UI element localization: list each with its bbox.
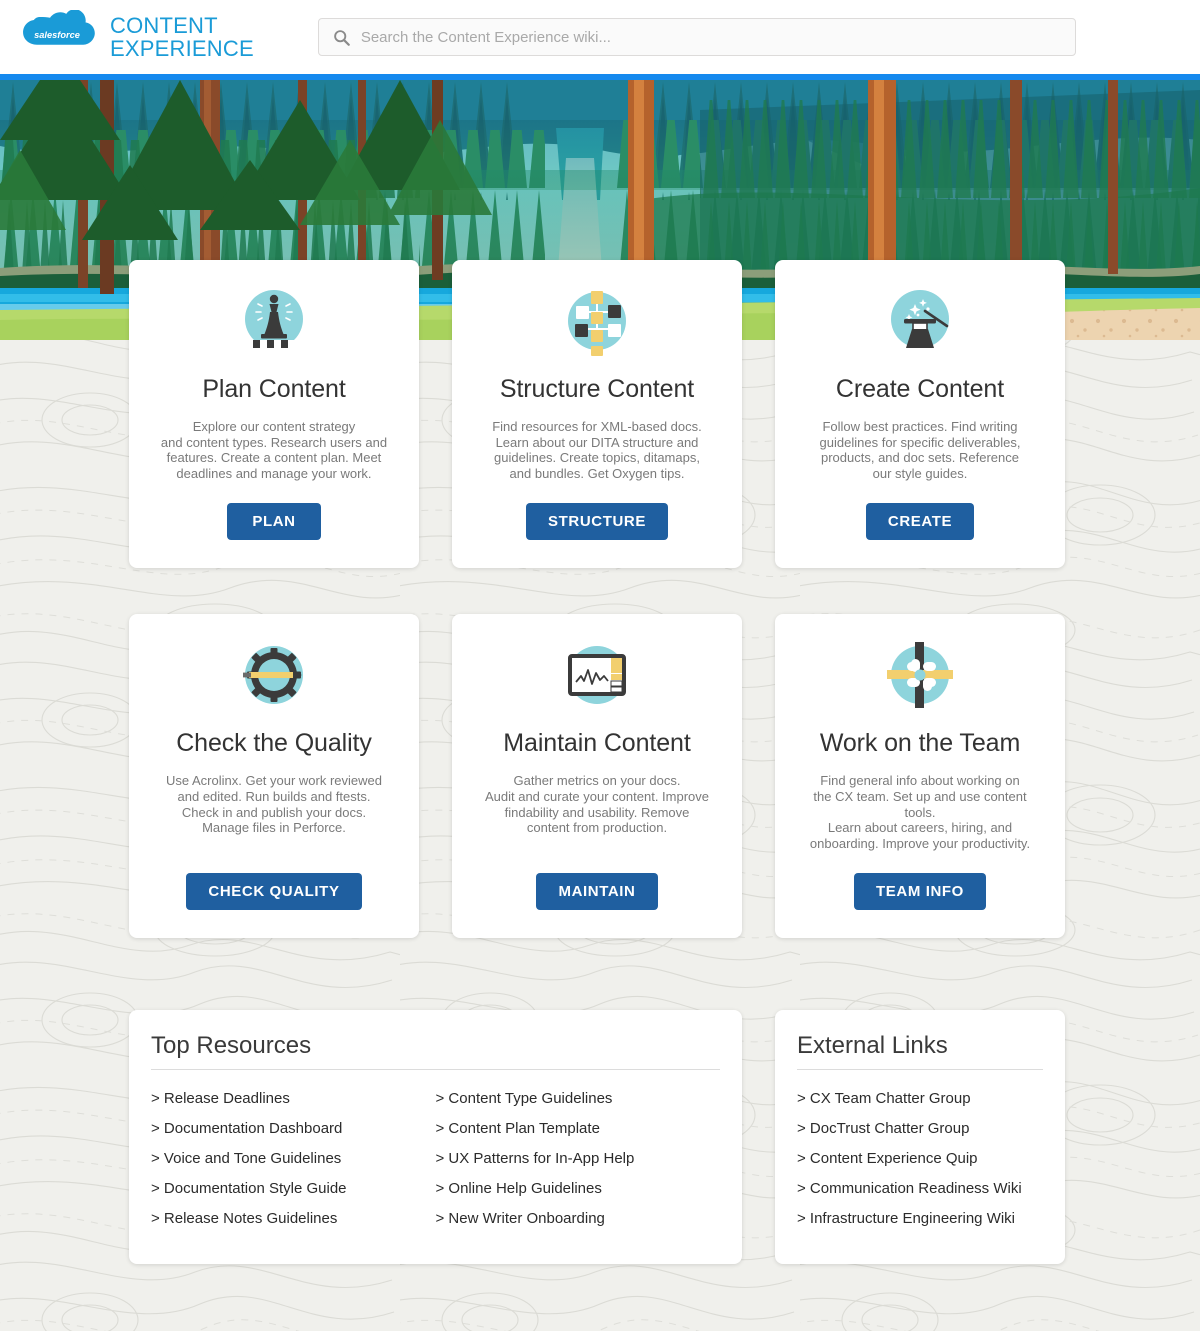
card-description: Gather metrics on your docs. Audit and c… <box>484 773 709 836</box>
resource-link[interactable]: > Content Type Guidelines <box>436 1084 721 1114</box>
search-box[interactable] <box>317 18 1076 56</box>
resource-link[interactable]: > Documentation Style Guide <box>151 1174 436 1204</box>
resource-link[interactable]: > Voice and Tone Guidelines <box>151 1144 436 1174</box>
external-link[interactable]: > Content Experience Quip <box>797 1144 1043 1174</box>
magic-hat-wand-icon <box>891 290 949 348</box>
external-links-panel: External Links > CX Team Chatter Group >… <box>775 1010 1065 1265</box>
teamwork-pinwheel-icon <box>887 642 953 709</box>
top-resources-column-left: > Release Deadlines > Documentation Dash… <box>151 1084 436 1234</box>
check-quality-button[interactable]: CHECK QUALITY <box>186 873 362 911</box>
card-create-content[interactable]: Create Content Follow best practices. Fi… <box>775 260 1065 569</box>
site-title: CONTENT EXPERIENCE <box>110 12 254 61</box>
search-input[interactable] <box>360 28 1061 46</box>
card-check-quality[interactable]: Check the Quality Use Acrolinx. Get your… <box>129 614 419 939</box>
resource-panels: Top Resources > Release Deadlines > Docu… <box>129 1010 1071 1265</box>
card-title: Create Content <box>835 375 1005 403</box>
site-header: salesforce CONTENT EXPERIENCE <box>0 0 1200 74</box>
structure-button[interactable]: STRUCTURE <box>526 503 668 541</box>
card-title: Plan Content <box>202 375 346 403</box>
team-info-button[interactable]: TEAM INFO <box>854 873 986 911</box>
card-maintain-content[interactable]: Maintain Content Gather metrics on your … <box>452 614 742 939</box>
topic-card-grid-row1: Plan Content Explore our content strateg… <box>129 260 1071 569</box>
external-link[interactable]: > Communication Readiness Wiki <box>797 1174 1043 1204</box>
card-description: Use Acrolinx. Get your work reviewed and… <box>165 773 383 836</box>
card-title: Work on the Team <box>819 729 1021 758</box>
hierarchy-tree-icon <box>568 291 626 356</box>
external-link[interactable]: > CX Team Chatter Group <box>797 1084 1043 1114</box>
top-resources-panel: Top Resources > Release Deadlines > Docu… <box>129 1010 742 1265</box>
chess-queen-icon <box>245 290 303 348</box>
resource-link[interactable]: > UX Patterns for In-App Help <box>436 1144 721 1174</box>
resource-link[interactable]: > Release Notes Guidelines <box>151 1204 436 1234</box>
salesforce-cloud-logo: salesforce <box>23 10 95 45</box>
resource-link[interactable]: > Release Deadlines <box>151 1084 436 1114</box>
monitor-chart-icon <box>568 646 626 705</box>
top-resources-column-right: > Content Type Guidelines > Content Plan… <box>436 1084 721 1234</box>
resource-link[interactable]: > New Writer Onboarding <box>436 1204 721 1234</box>
card-title: Structure Content <box>499 375 695 403</box>
card-description: Find resources for XML-based docs. Learn… <box>492 419 702 481</box>
card-work-on-team[interactable]: Work on the Team Find general info about… <box>775 614 1065 939</box>
card-description: Find general info about working on the C… <box>809 773 1031 851</box>
external-links-list: > CX Team Chatter Group > DocTrust Chatt… <box>797 1084 1043 1234</box>
resource-link[interactable]: > Documentation Dashboard <box>151 1114 436 1144</box>
gear-pencil-icon <box>243 646 303 705</box>
main-content: Plan Content Explore our content strateg… <box>0 260 1200 1265</box>
topic-card-grid-row2: Check the Quality Use Acrolinx. Get your… <box>129 614 1071 939</box>
create-button[interactable]: CREATE <box>865 503 975 541</box>
resource-link[interactable]: > Online Help Guidelines <box>436 1174 721 1204</box>
card-title: Check the Quality <box>176 729 372 758</box>
external-link[interactable]: > DocTrust Chatter Group <box>797 1114 1043 1144</box>
search-icon <box>334 29 350 46</box>
resource-link[interactable]: > Content Plan Template <box>436 1114 721 1144</box>
card-plan-content[interactable]: Plan Content Explore our content strateg… <box>129 260 419 569</box>
maintain-button[interactable]: MAINTAIN <box>536 873 658 911</box>
card-description: Follow best practices. Find writing guid… <box>819 419 1021 481</box>
card-title: Maintain Content <box>503 729 691 758</box>
brand-lockup[interactable]: salesforce CONTENT EXPERIENCE <box>18 10 254 64</box>
card-structure-content[interactable]: Structure Content Find resources for XML… <box>452 260 742 569</box>
panel-title: External Links <box>797 1032 1043 1071</box>
external-link[interactable]: > Infrastructure Engineering Wiki <box>797 1204 1043 1234</box>
plan-button[interactable]: PLAN <box>227 503 321 541</box>
salesforce-wordmark: salesforce <box>34 30 80 40</box>
accent-divider-bar <box>0 74 1200 80</box>
card-description: Explore our content strategy and content… <box>160 419 388 481</box>
panel-title: Top Resources <box>151 1032 720 1071</box>
